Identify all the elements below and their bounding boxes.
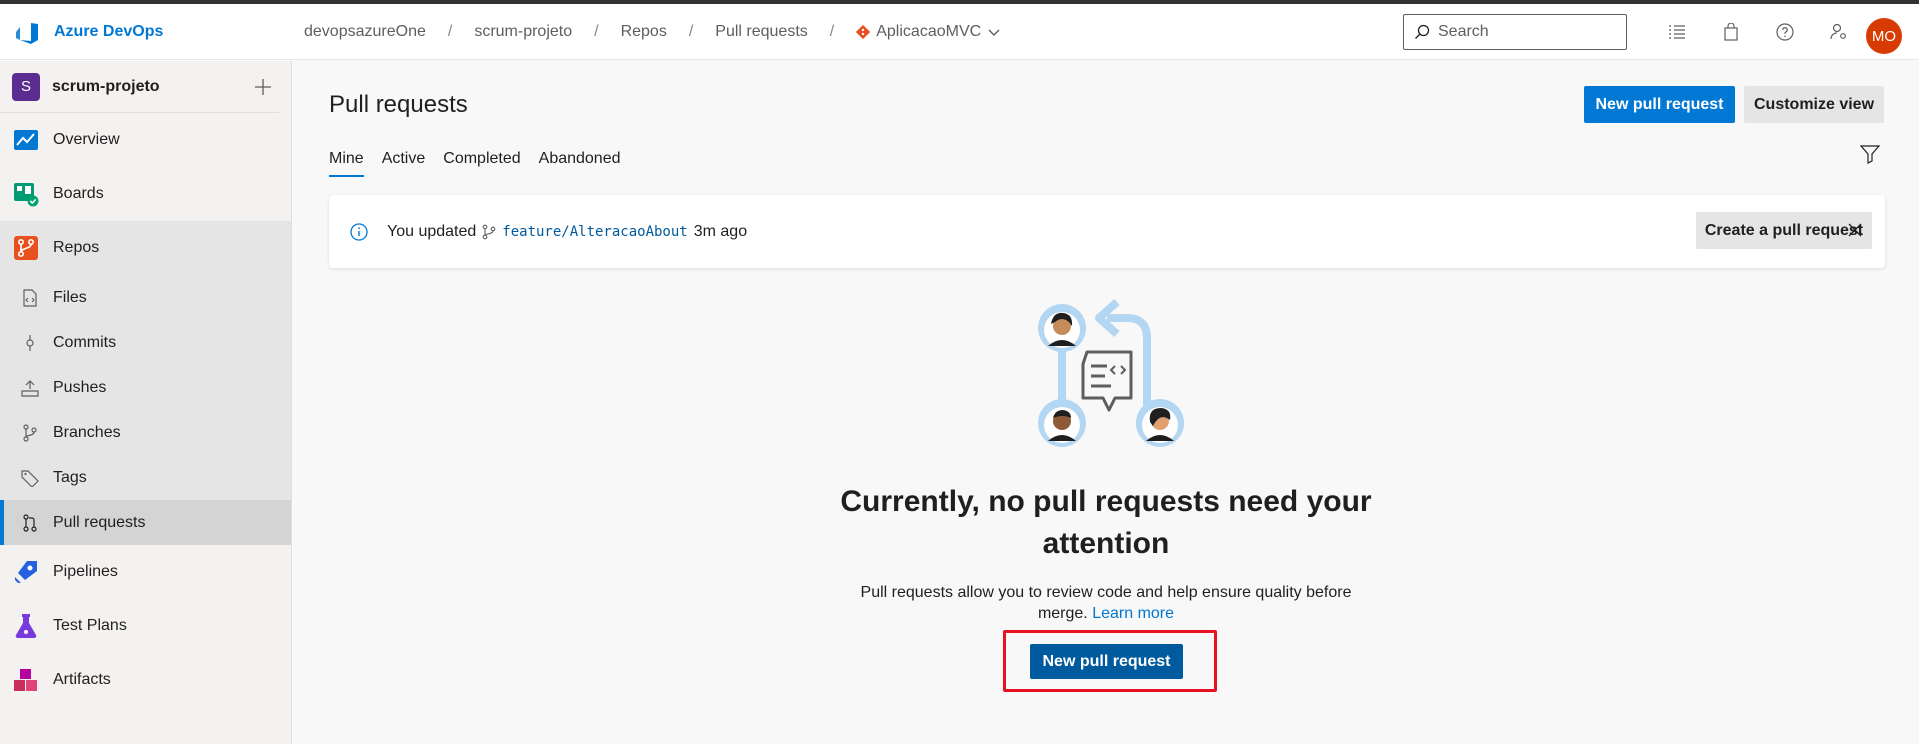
sidebar-item-boards[interactable]: Boards — [0, 167, 291, 221]
marketplace-bag-icon[interactable] — [1704, 14, 1758, 50]
sidebar-item-label: Artifacts — [53, 671, 111, 688]
push-icon — [20, 378, 40, 398]
tab-abandoned[interactable]: Abandoned — [530, 141, 630, 177]
breadcrumb-separator: / — [829, 22, 835, 40]
repos-icon — [12, 234, 40, 262]
sidebar-item-repos[interactable]: Repos — [0, 221, 291, 275]
sidebar-item-tags[interactable]: Tags — [0, 455, 291, 500]
repo-selector[interactable]: AplicacaoMVC — [844, 23, 1013, 41]
breadcrumb: devopsazureOne / scrum-projeto / Repos /… — [292, 23, 1013, 41]
sidebar-item-label: Boards — [53, 185, 104, 202]
header-icons — [1650, 14, 1866, 50]
close-icon[interactable] — [1842, 217, 1868, 243]
breadcrumb-organization[interactable]: devopsazureOne — [292, 23, 438, 41]
breadcrumb-project[interactable]: scrum-projeto — [462, 23, 584, 41]
chevron-down-icon — [988, 29, 1000, 36]
sidebar-item-label: Pull requests — [53, 513, 146, 531]
task-list-icon[interactable] — [1650, 14, 1704, 50]
info-icon — [350, 222, 368, 241]
filter-icon[interactable] — [1855, 139, 1885, 169]
repos-group: Repos Files Commits Pushes Branches Tags… — [0, 221, 291, 545]
branch-icon — [20, 423, 40, 443]
tab-active[interactable]: Active — [373, 141, 435, 177]
sidebar-item-label: Test Plans — [53, 617, 127, 634]
sidebar-item-label: Tags — [53, 468, 87, 486]
empty-state-description: Pull requests allow you to review code a… — [853, 582, 1359, 624]
sidebar: S scrum-projeto Overview Boards Repos Fi… — [0, 61, 292, 744]
sidebar-item-label: Pushes — [53, 378, 107, 396]
banner-message: You updated feature/AlteracaoAbout 3m ag… — [387, 223, 747, 241]
learn-more-link[interactable]: Learn more — [1092, 605, 1174, 622]
project-name: scrum-projeto — [52, 77, 160, 95]
search-input[interactable]: Search — [1403, 14, 1627, 50]
pull-request-illustration — [1038, 299, 1184, 447]
breadcrumb-separator: / — [688, 22, 694, 40]
banner-prefix: You updated — [387, 222, 477, 240]
sidebar-item-pipelines[interactable]: Pipelines — [0, 545, 291, 599]
avatar[interactable]: MO — [1866, 18, 1902, 54]
pipelines-icon — [12, 558, 40, 586]
artifacts-icon — [12, 666, 40, 694]
commit-icon — [20, 333, 40, 353]
tab-mine[interactable]: Mine — [329, 141, 373, 177]
sidebar-item-label: Overview — [53, 131, 120, 148]
search-icon — [1415, 24, 1430, 39]
sidebar-item-label: Files — [53, 288, 87, 306]
sidebar-item-artifacts[interactable]: Artifacts — [0, 653, 291, 707]
sidebar-item-overview[interactable]: Overview — [0, 113, 291, 167]
repo-selector-label: AplicacaoMVC — [876, 22, 982, 40]
pull-request-icon — [20, 513, 40, 533]
sidebar-item-pushes[interactable]: Pushes — [0, 365, 291, 410]
pull-request-tabs: Mine Active Completed Abandoned — [329, 141, 630, 177]
page-title: Pull requests — [329, 91, 468, 118]
sidebar-item-pull-requests[interactable]: Pull requests — [0, 500, 291, 545]
search-placeholder: Search — [1438, 23, 1489, 40]
sidebar-item-label: Commits — [53, 333, 117, 351]
breadcrumb-pull-requests[interactable]: Pull requests — [703, 23, 820, 41]
recent-update-banner: You updated feature/AlteracaoAbout 3m ag… — [329, 195, 1885, 268]
project-badge: S — [12, 72, 40, 101]
branch-name-link[interactable]: feature/AlteracaoAbout — [502, 224, 687, 240]
test-plans-icon — [12, 612, 40, 640]
boards-icon — [12, 180, 40, 208]
banner-time: 3m ago — [693, 222, 748, 240]
sidebar-item-label: Repos — [53, 239, 100, 256]
app-name: Azure DevOps — [54, 22, 164, 40]
sidebar-item-label: Branches — [53, 423, 121, 441]
sidebar-item-test-plans[interactable]: Test Plans — [0, 599, 291, 653]
empty-state-new-pull-request-button[interactable]: New pull request — [1030, 644, 1183, 679]
brand[interactable]: Azure DevOps — [0, 19, 292, 45]
sidebar-item-commits[interactable]: Commits — [0, 320, 291, 365]
new-pull-request-button[interactable]: New pull request — [1584, 86, 1735, 123]
tag-icon — [20, 468, 40, 488]
azure-devops-logo-icon — [16, 22, 38, 44]
breadcrumb-separator: / — [594, 22, 599, 40]
file-code-icon — [20, 288, 40, 308]
top-header: Azure DevOps devopsazureOne / scrum-proj… — [0, 4, 1919, 60]
project-header[interactable]: S scrum-projeto — [0, 61, 279, 113]
tab-completed[interactable]: Completed — [434, 141, 529, 177]
breadcrumb-repos[interactable]: Repos — [609, 23, 679, 41]
customize-view-button[interactable]: Customize view — [1744, 86, 1884, 123]
empty-state-title: Currently, no pull requests need your at… — [840, 485, 1372, 560]
branch-icon — [482, 224, 496, 239]
sidebar-item-label: Pipelines — [53, 563, 118, 580]
overview-icon — [12, 126, 40, 154]
sidebar-item-branches[interactable]: Branches — [0, 410, 291, 455]
add-icon[interactable] — [251, 75, 275, 99]
user-settings-icon[interactable] — [1812, 14, 1866, 50]
main-content: Pull requests New pull request Customize… — [293, 61, 1919, 744]
git-repo-icon — [856, 24, 871, 39]
help-icon[interactable] — [1758, 14, 1812, 50]
breadcrumb-separator: / — [447, 22, 453, 40]
sidebar-item-files[interactable]: Files — [0, 275, 291, 320]
